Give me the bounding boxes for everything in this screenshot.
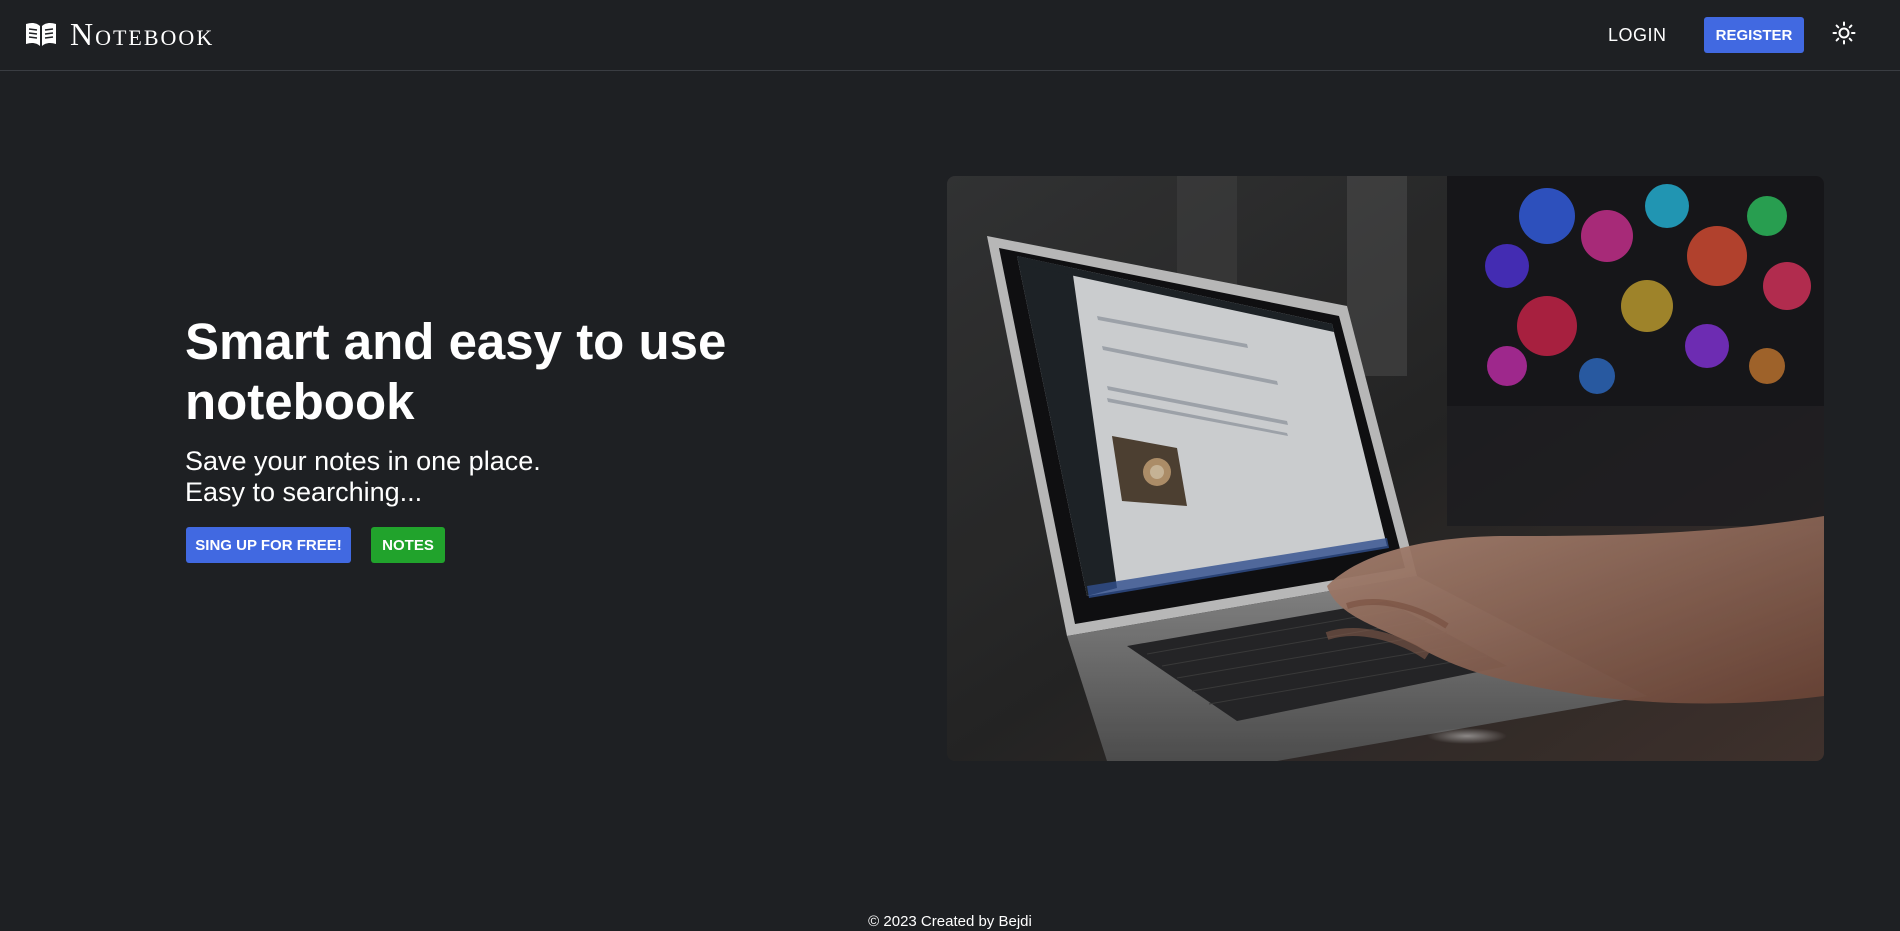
hero-text-block: Smart and easy to use notebook Save your… [185, 312, 825, 508]
theme-toggle-button[interactable] [1830, 21, 1858, 49]
open-book-icon [24, 20, 58, 48]
hero-subtitle-line-1: Save your notes in one place. [185, 446, 541, 476]
sun-icon [1832, 21, 1856, 50]
hero-laptop-image [947, 176, 1824, 761]
hero-buttons: SING UP FOR FREE! NOTES [186, 527, 445, 563]
login-link[interactable]: LOGIN [1598, 18, 1677, 52]
signup-button[interactable]: SING UP FOR FREE! [186, 527, 351, 563]
register-button[interactable]: REGISTER [1704, 17, 1804, 53]
navbar: Notebook LOGIN REGISTER [0, 0, 1900, 71]
brand-name: Notebook [70, 16, 215, 52]
notes-button[interactable]: NOTES [371, 527, 445, 563]
footer-copyright: © 2023 Created by Bejdi [868, 913, 1032, 930]
brand-logo[interactable]: Notebook [24, 14, 214, 54]
footer: © 2023 Created by Bejdi [0, 913, 1900, 930]
hero-title: Smart and easy to use notebook [185, 313, 727, 430]
hero-subtitle: Save your notes in one place. Easy to se… [185, 446, 825, 508]
hero-subtitle-line-2: Easy to searching... [185, 477, 423, 507]
